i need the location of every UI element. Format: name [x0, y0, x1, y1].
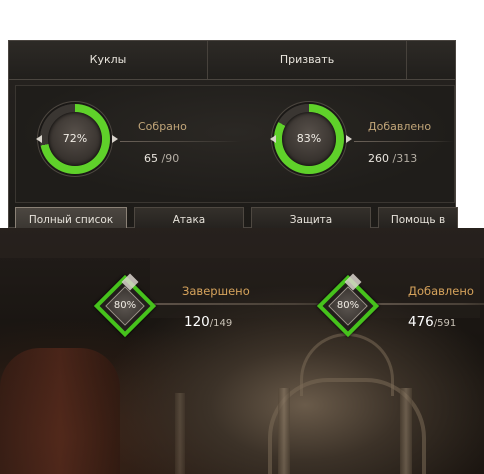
- collected-count: 65: [144, 152, 158, 165]
- collected-value: 65 /90: [144, 152, 179, 165]
- background-drape: [0, 348, 120, 474]
- added-total: /313: [392, 152, 418, 165]
- filter-all-button[interactable]: Полный список: [15, 207, 127, 228]
- collection-panel-bottom: 80% Завершено 120/149 80% Добавлено 476/…: [0, 228, 484, 474]
- added-value-bottom: 476/591: [408, 314, 456, 330]
- filter-attack-button[interactable]: Атака: [134, 207, 244, 228]
- stat-divider: [374, 303, 484, 305]
- filter-support-button[interactable]: Помощь в: [378, 207, 458, 228]
- added-total-bottom: /591: [433, 318, 457, 329]
- completed-total: /149: [209, 318, 233, 329]
- filter-button-row: Полный список Атака Защита Помощь в: [15, 207, 458, 228]
- background-arch-top: [300, 333, 394, 396]
- collection-frame: Куклы Призвать 72% Собрано 65 /90 83% До…: [8, 40, 458, 228]
- stat-divider: [354, 141, 454, 142]
- stat-divider: [120, 141, 240, 142]
- ring-pin-left-icon: [270, 135, 276, 143]
- background-column: [278, 388, 290, 474]
- collected-progress-ring: 72%: [40, 104, 110, 174]
- added-count: 260: [368, 152, 389, 165]
- background-shelf: [0, 228, 484, 258]
- tab-extra[interactable]: [407, 41, 455, 79]
- collected-percent: 72%: [62, 132, 88, 145]
- completed-label: Завершено: [182, 284, 250, 298]
- added-value: 260 /313: [368, 152, 417, 165]
- tab-dolls[interactable]: Куклы: [9, 41, 208, 79]
- stat-divider: [150, 303, 330, 305]
- stats-area: 72% Собрано 65 /90 83% Добавлено 260 /31…: [15, 85, 455, 203]
- added-percent: 83%: [296, 132, 322, 145]
- collected-label: Собрано: [138, 120, 187, 133]
- background-column: [175, 393, 185, 474]
- tab-summon[interactable]: Призвать: [208, 41, 407, 79]
- completed-value: 120/149: [184, 314, 232, 330]
- collection-panel-top: Куклы Призвать 72% Собрано 65 /90 83% До…: [0, 0, 484, 228]
- added-progress-ring: 83%: [274, 104, 344, 174]
- background-column: [400, 388, 412, 474]
- tab-bar: Куклы Призвать: [9, 41, 455, 80]
- completed-count: 120: [184, 314, 210, 330]
- filter-defense-button[interactable]: Защита: [251, 207, 371, 228]
- ring-pin-right-icon: [112, 135, 118, 143]
- ring-pin-right-icon: [346, 135, 352, 143]
- added-label: Добавлено: [368, 120, 432, 133]
- ring-pin-left-icon: [36, 135, 42, 143]
- collected-total: /90: [161, 152, 180, 165]
- added-count-bottom: 476: [408, 314, 434, 330]
- added-label-bottom: Добавлено: [408, 284, 474, 298]
